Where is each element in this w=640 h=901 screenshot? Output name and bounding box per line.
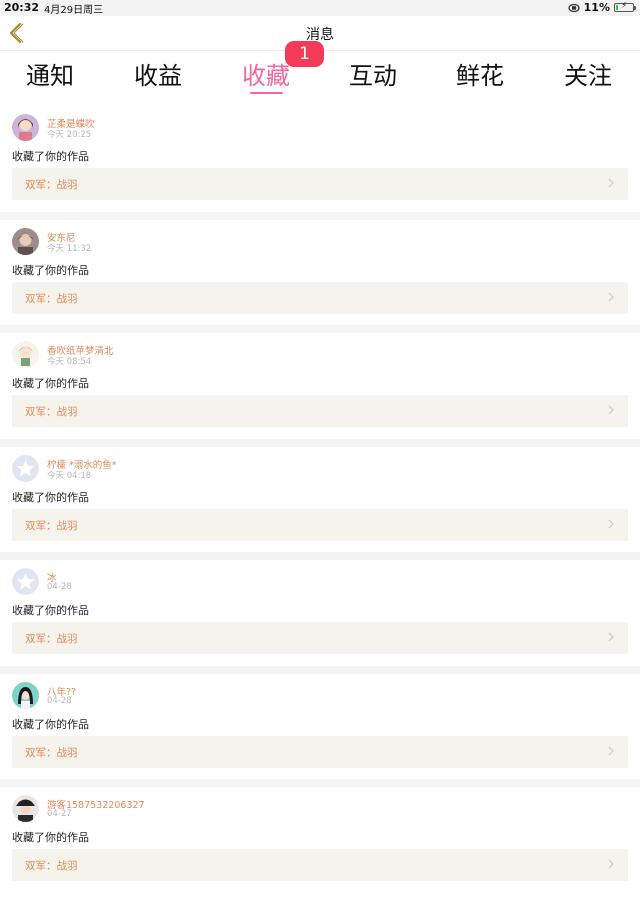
chevron-right-icon — [608, 405, 614, 415]
action-text: 收藏了你的作品 — [12, 490, 89, 504]
chibi-avatar-icon[interactable] — [12, 341, 39, 368]
chevron-right-icon — [608, 746, 614, 755]
work-title: 双军：战羽 — [25, 746, 78, 759]
orientation-lock-icon — [568, 3, 580, 12]
action-text: 收藏了你的作品 — [12, 377, 89, 390]
timestamp: 今天 11:32 — [47, 243, 92, 254]
status-date: 4月29日周三 — [44, 5, 104, 16]
girl-portrait-avatar-icon[interactable] — [12, 681, 39, 709]
timestamp: 今天 04:18 — [47, 470, 92, 481]
page-title: 消息 — [306, 27, 334, 43]
work-link[interactable]: 双军：战羽 — [12, 735, 628, 768]
battery-icon: ⚡ — [614, 1, 636, 12]
timestamp: 今天 08:54 — [47, 357, 92, 367]
default-star-avatar-icon[interactable] — [12, 568, 39, 595]
list-item[interactable]: 八年?? 04-28 收藏了你的作品 双军：战羽 — [0, 674, 640, 787]
man-avatar-icon[interactable] — [12, 227, 39, 255]
tab-flowers[interactable]: 鲜花 — [430, 56, 530, 91]
work-link[interactable]: 双军：战羽 — [12, 849, 628, 881]
work-title: 双军：战羽 — [25, 179, 78, 191]
divider — [0, 779, 640, 787]
tab-earnings[interactable]: 收益 — [108, 56, 208, 91]
work-link[interactable]: 双军：战羽 — [12, 281, 628, 314]
girl-avatar-icon[interactable] — [12, 114, 39, 141]
timestamp: 04-28 — [47, 582, 72, 592]
work-link[interactable]: 双军：战羽 — [12, 395, 628, 427]
divider — [0, 211, 640, 220]
tab-interactions[interactable]: 互动 — [323, 56, 423, 91]
work-link[interactable]: 双军：战羽 — [12, 622, 628, 654]
list-item[interactable]: 香吹纸苹梦清北 今天 08:54 收藏了你的作品 双军：战羽 — [0, 333, 640, 447]
divider — [0, 552, 640, 560]
list-item[interactable]: 游客1587532206327 04-27 收藏了你的作品 双军：战羽 — [0, 787, 640, 901]
status-indicators: 11% ⚡ — [568, 1, 636, 14]
status-bar: 20:32 4月29日周三 11% ⚡ — [0, 0, 640, 16]
timestamp: 今天 20:25 — [47, 130, 92, 140]
tab-notifications[interactable]: 通知 — [0, 56, 100, 91]
chevron-right-icon — [608, 292, 614, 301]
action-text: 收藏了你的作品 — [12, 717, 89, 731]
action-text: 收藏了你的作品 — [12, 831, 89, 844]
list-item[interactable]: 冰 04-28 收藏了你的作品 双军：战羽 — [0, 560, 640, 674]
work-title: 双军：战羽 — [25, 860, 78, 872]
work-title: 双军：战羽 — [25, 292, 78, 305]
work-title: 双军：战羽 — [25, 633, 78, 645]
default-star-avatar-icon[interactable] — [12, 454, 39, 482]
active-tab-indicator — [250, 92, 283, 94]
tab-following[interactable]: 关注 — [538, 56, 638, 91]
action-text: 收藏了你的作品 — [12, 604, 89, 617]
chevron-right-icon — [608, 632, 614, 642]
status-time: 20:32 — [4, 1, 40, 14]
message-list: 芷柔是蝶吹 今天 20:25 收藏了你的作品 双军：战羽 安东尼 今天 11:3… — [0, 106, 640, 901]
chevron-right-icon — [608, 519, 614, 528]
timestamp: 04-27 — [47, 809, 72, 819]
list-item[interactable]: 柠檬 *溺水的鱼* 今天 04:18 收藏了你的作品 双军：战羽 — [0, 447, 640, 560]
list-item[interactable]: 芷柔是蝶吹 今天 20:25 收藏了你的作品 双军：战羽 — [0, 106, 640, 220]
action-text: 收藏了你的作品 — [12, 263, 89, 277]
chevron-right-icon — [608, 178, 614, 188]
divider — [0, 325, 640, 333]
divider — [0, 438, 640, 447]
list-item[interactable]: 安东尼 今天 11:32 收藏了你的作品 双军：战羽 — [0, 220, 640, 333]
work-link[interactable]: 双军：战羽 — [12, 508, 628, 541]
battery-percent: 11% — [583, 1, 610, 14]
action-text: 收藏了你的作品 — [12, 150, 89, 163]
divider — [0, 665, 640, 674]
work-title: 双军：战羽 — [25, 519, 78, 532]
tab-bar: 通知 收益 收藏 互动 鲜花 关注 1 — [0, 41, 640, 101]
timestamp: 04-28 — [47, 695, 72, 706]
work-link[interactable]: 双军：战羽 — [12, 168, 628, 200]
chevron-right-icon — [608, 859, 614, 869]
hat-avatar-icon[interactable] — [12, 795, 39, 822]
work-title: 双军：战羽 — [25, 406, 78, 418]
unread-badge: 1 — [285, 41, 324, 67]
